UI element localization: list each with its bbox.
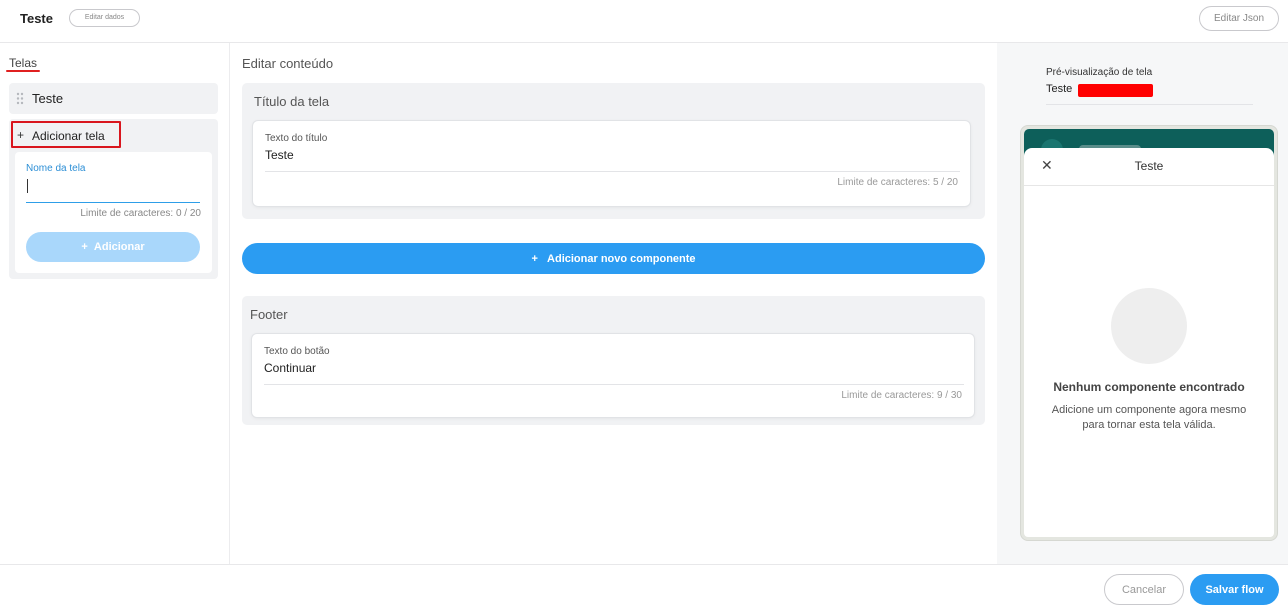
title-text-field[interactable]: Texto do título Teste Limite de caracter… xyxy=(253,121,970,206)
editor-heading: Editar conteúdo xyxy=(242,56,334,71)
flow-title: Teste xyxy=(20,11,53,26)
edit-data-button[interactable]: Editar dados xyxy=(69,9,140,27)
cancel-button[interactable]: Cancelar xyxy=(1104,574,1184,605)
add-component-label: Adicionar novo componente xyxy=(547,252,696,265)
edit-json-button[interactable]: Editar Json xyxy=(1199,6,1279,31)
screen-title-section-heading: Título da tela xyxy=(254,94,330,109)
screen-title-section: Título da tela Texto do título Teste Lim… xyxy=(242,83,985,219)
add-button-label: Adicionar xyxy=(93,241,145,253)
content-editor: Editar conteúdo Título da tela Texto do … xyxy=(230,43,997,564)
screen-preview-panel: Pré-visualização de tela Teste ✕ Teste N… xyxy=(997,43,1288,564)
title-text-label: Texto do título xyxy=(265,133,328,144)
add-screen-toggle[interactable]: + Adicionar tela xyxy=(11,121,121,148)
add-screen-panel: + Adicionar tela Nome da tela Limite de … xyxy=(9,119,218,279)
add-component-button[interactable]: + Adicionar novo componente xyxy=(242,243,985,274)
flow-sheet: ✕ Teste Nenhum componente encontrado Adi… xyxy=(1024,148,1274,537)
button-text-field[interactable]: Texto do botão Continuar Limite de carac… xyxy=(252,334,974,417)
sheet-title: Teste xyxy=(1134,159,1164,173)
preview-heading: Pré-visualização de tela xyxy=(1046,67,1153,78)
plus-icon: + xyxy=(17,128,25,142)
preview-screen-name: Teste xyxy=(1046,83,1073,95)
button-char-limit: Limite de caracteres: 9 / 30 xyxy=(841,390,962,401)
title-char-limit: Limite de caracteres: 5 / 20 xyxy=(837,177,958,188)
button-text-value[interactable]: Continuar xyxy=(264,361,316,375)
bottom-bar: Cancelar Salvar flow xyxy=(0,564,1288,608)
screen-name-char-limit: Limite de caracteres: 0 / 20 xyxy=(80,208,201,219)
preview-divider xyxy=(1046,104,1253,105)
empty-state-illustration xyxy=(1111,288,1187,364)
footer-section-heading: Footer xyxy=(250,307,288,322)
field-divider xyxy=(264,384,964,385)
phone-preview: ✕ Teste Nenhum componente encontrado Adi… xyxy=(1020,125,1278,541)
field-divider xyxy=(265,171,960,172)
screen-item[interactable]: Teste xyxy=(9,83,218,114)
screen-name-input[interactable] xyxy=(26,177,200,203)
sheet-divider xyxy=(1024,185,1274,186)
text-caret xyxy=(27,179,28,193)
screens-heading: Telas xyxy=(9,56,38,70)
button-text-label: Texto do botão xyxy=(264,346,330,357)
empty-state-title: Nenhum componente encontrado xyxy=(1053,380,1245,394)
screen-item-label: Teste xyxy=(32,91,64,106)
screen-name-label: Nome da tela xyxy=(26,163,86,174)
footer-section: Footer Texto do botão Continuar Limite d… xyxy=(242,296,985,425)
screens-heading-underline xyxy=(6,70,40,72)
top-bar: Teste Editar dados Editar Json xyxy=(0,0,1288,43)
save-flow-button[interactable]: Salvar flow xyxy=(1190,574,1279,605)
empty-state-description: Adicione um componente agora mesmo para … xyxy=(1051,404,1247,431)
add-button[interactable]: + Adicionar xyxy=(26,232,200,262)
title-text-value[interactable]: Teste xyxy=(265,148,294,162)
redacted-text xyxy=(1078,84,1153,97)
add-screen-form: Nome da tela Limite de caracteres: 0 / 2… xyxy=(15,152,212,273)
add-screen-label: Adicionar tela xyxy=(32,129,105,143)
screens-sidebar: Telas Teste + Adicionar tela Nome da tel… xyxy=(0,43,230,564)
drag-handle-icon[interactable] xyxy=(16,92,24,105)
